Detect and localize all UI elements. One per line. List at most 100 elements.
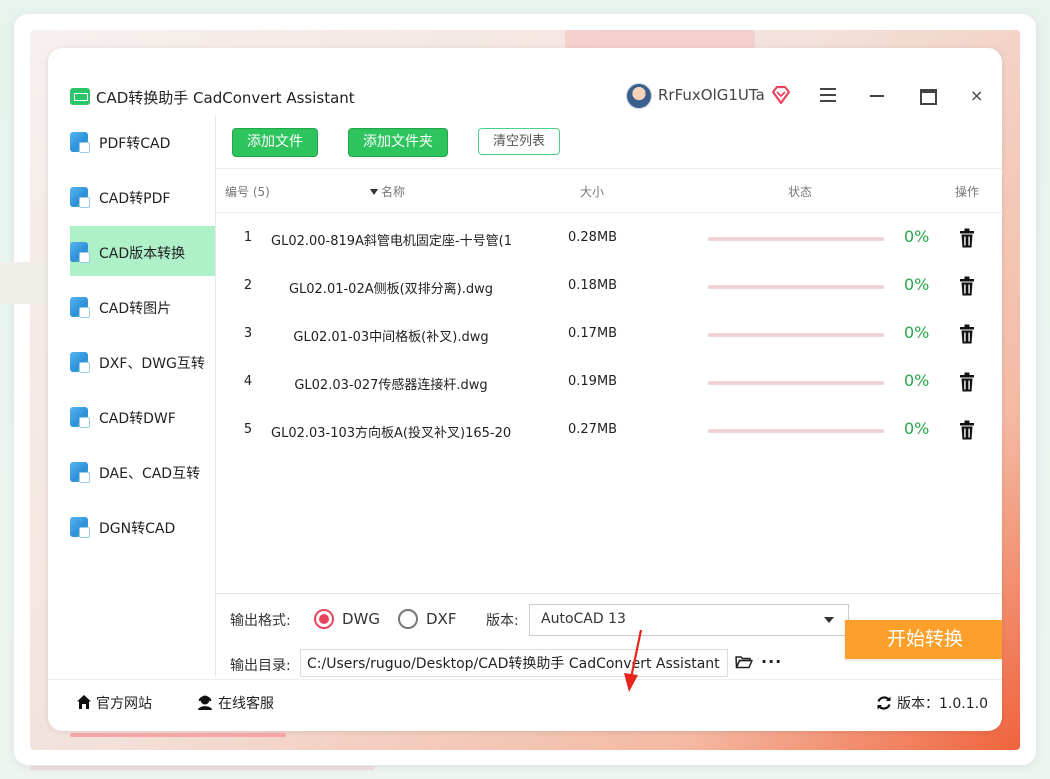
format-dxf-radio[interactable] xyxy=(398,609,418,629)
sidebar-item-label: CAD转DWF xyxy=(99,411,176,427)
close-icon[interactable]: × xyxy=(970,86,983,105)
row-percent: 0% xyxy=(904,371,930,390)
cad-to-image-icon xyxy=(70,297,90,318)
version-label: 版本: xyxy=(486,613,519,629)
row-progress-bar xyxy=(708,381,884,385)
row-file-name: GL02.03-027传感器连接杆.dwg xyxy=(294,378,488,393)
menu-icon[interactable] xyxy=(820,88,836,102)
sidebar-item-cad-to-dwf[interactable]: CAD转DWF xyxy=(70,391,215,439)
title-bar: CAD转换助手 CadConvert Assistant RrFuxOlG1UT… xyxy=(48,48,1002,116)
sidebar-item-cad-to-image[interactable]: CAD转图片 xyxy=(70,281,215,329)
home-icon[interactable] xyxy=(76,694,92,710)
clear-list-button[interactable]: 清空列表 xyxy=(478,128,560,155)
output-dir-label: 输出目录: xyxy=(230,658,291,674)
app-logo-icon xyxy=(70,88,90,105)
sidebar: PDF转CAD CAD转PDF CAD版本转换 CAD转图片 DXF、DWG互转… xyxy=(48,116,216,676)
sidebar-item-dgn-to-cad[interactable]: DGN转CAD xyxy=(70,501,215,549)
sidebar-item-label: DAE、CAD互转 xyxy=(99,466,201,482)
official-website-link[interactable]: 官方网站 xyxy=(96,693,152,713)
online-support-link[interactable]: 在线客服 xyxy=(218,693,274,713)
sidebar-item-label: CAD转PDF xyxy=(99,191,171,207)
row-file-size: 0.18MB xyxy=(568,278,618,293)
more-options-icon[interactable]: ··· xyxy=(761,652,782,671)
sidebar-item-label: CAD版本转换 xyxy=(99,246,186,262)
row-file-size: 0.17MB xyxy=(568,326,618,341)
start-convert-button[interactable]: 开始转换 xyxy=(845,620,1002,659)
background-decoration xyxy=(565,30,755,48)
sidebar-item-cad-version[interactable]: CAD版本转换 xyxy=(70,226,215,276)
row-index: 3 xyxy=(243,326,253,341)
background-decoration-left xyxy=(0,262,48,304)
row-file-name: GL02.03-103方向板A(投叉补叉)165-2024... xyxy=(271,426,511,441)
row-progress-bar xyxy=(708,285,884,289)
delete-trash-icon[interactable] xyxy=(959,276,975,296)
table-row[interactable]: 5 GL02.03-103方向板A(投叉补叉)165-2024... 0.27M… xyxy=(216,406,1002,454)
column-header-name[interactable]: 名称 xyxy=(370,183,405,200)
table-row[interactable]: 4 GL02.03-027传感器连接杆.dwg 0.19MB 0% xyxy=(216,358,1002,406)
app-window: CAD转换助手 CadConvert Assistant RrFuxOlG1UT… xyxy=(48,48,1002,731)
format-dwg-label[interactable]: DWG xyxy=(342,610,380,628)
footer: 官方网站 在线客服 版本：1.0.1.0 xyxy=(48,679,1002,731)
row-file-size: 0.19MB xyxy=(568,374,618,389)
row-index: 1 xyxy=(243,230,253,245)
sidebar-item-label: PDF转CAD xyxy=(99,136,171,152)
username[interactable]: RrFuxOlG1UTa xyxy=(658,86,765,104)
add-folder-button[interactable]: 添加文件夹 xyxy=(348,128,448,157)
annotation-arrow-icon xyxy=(624,629,643,692)
customer-service-icon[interactable] xyxy=(196,693,214,711)
maximize-icon[interactable] xyxy=(920,89,937,105)
row-progress-bar xyxy=(708,333,884,337)
vip-diamond-icon[interactable] xyxy=(770,84,792,106)
version-select[interactable]: AutoCAD 13 xyxy=(529,604,849,636)
background-decoration-line xyxy=(70,733,286,737)
chevron-down-icon xyxy=(824,617,834,623)
output-dir-field[interactable]: C:/Users/ruguo/Desktop/CAD转换助手 CadConver… xyxy=(300,649,728,677)
row-file-size: 0.28MB xyxy=(568,230,618,245)
sidebar-item-pdf-to-cad[interactable]: PDF转CAD xyxy=(70,116,215,164)
row-percent: 0% xyxy=(904,275,930,294)
table-row[interactable]: 2 GL02.01-02A侧板(双排分离).dwg 0.18MB 0% xyxy=(216,262,1002,310)
row-index: 4 xyxy=(243,374,253,389)
output-format-label: 输出格式: xyxy=(230,613,291,629)
row-percent: 0% xyxy=(904,323,930,342)
cad-to-dwf-icon xyxy=(70,407,90,428)
user-avatar[interactable] xyxy=(626,83,652,109)
table-row[interactable]: 1 GL02.00-819A斜管电机固定座-十号管(10... 0.28MB 0… xyxy=(216,214,1002,262)
format-dxf-label[interactable]: DXF xyxy=(426,610,456,628)
sidebar-item-cad-to-pdf[interactable]: CAD转PDF xyxy=(70,171,215,219)
app-version: 版本：1.0.1.0 xyxy=(897,696,988,712)
minimize-icon[interactable] xyxy=(870,95,884,97)
column-header-status: 状态 xyxy=(788,185,813,199)
folder-open-icon[interactable] xyxy=(735,655,753,669)
delete-trash-icon[interactable] xyxy=(959,420,975,440)
row-progress-bar xyxy=(708,429,884,433)
row-percent: 0% xyxy=(904,227,930,246)
refresh-icon[interactable] xyxy=(876,695,892,711)
column-header-size[interactable]: 大小 xyxy=(580,183,604,200)
pdf-to-cad-icon xyxy=(70,132,90,153)
column-header-index[interactable]: 编号 (5) xyxy=(225,183,270,200)
sidebar-item-label: DGN转CAD xyxy=(99,521,176,537)
row-index: 5 xyxy=(243,422,253,437)
cad-to-pdf-icon xyxy=(70,187,90,208)
sort-down-icon xyxy=(370,189,378,195)
background-decoration-bottom xyxy=(30,766,375,770)
column-header-action: 操作 xyxy=(955,185,980,199)
delete-trash-icon[interactable] xyxy=(959,372,975,392)
row-index: 2 xyxy=(243,278,253,293)
table-row[interactable]: 3 GL02.01-03中间格板(补叉).dwg 0.17MB 0% xyxy=(216,310,1002,358)
add-file-button[interactable]: 添加文件 xyxy=(232,128,318,157)
row-percent: 0% xyxy=(904,419,930,438)
cad-version-icon xyxy=(70,242,90,263)
format-dwg-radio[interactable] xyxy=(314,609,334,629)
dgn-to-cad-icon xyxy=(70,517,90,538)
row-file-name: GL02.00-819A斜管电机固定座-十号管(10... xyxy=(271,234,511,249)
dxf-dwg-icon xyxy=(70,352,90,373)
toolbar: 添加文件 添加文件夹 清空列表 xyxy=(216,116,1002,169)
version-select-value: AutoCAD 13 xyxy=(541,611,626,627)
sidebar-item-dae-cad[interactable]: DAE、CAD互转 xyxy=(70,446,215,494)
sidebar-item-label: DXF、DWG互转 xyxy=(99,356,205,372)
sidebar-item-dxf-dwg[interactable]: DXF、DWG互转 xyxy=(70,336,215,384)
delete-trash-icon[interactable] xyxy=(959,228,975,248)
delete-trash-icon[interactable] xyxy=(959,324,975,344)
